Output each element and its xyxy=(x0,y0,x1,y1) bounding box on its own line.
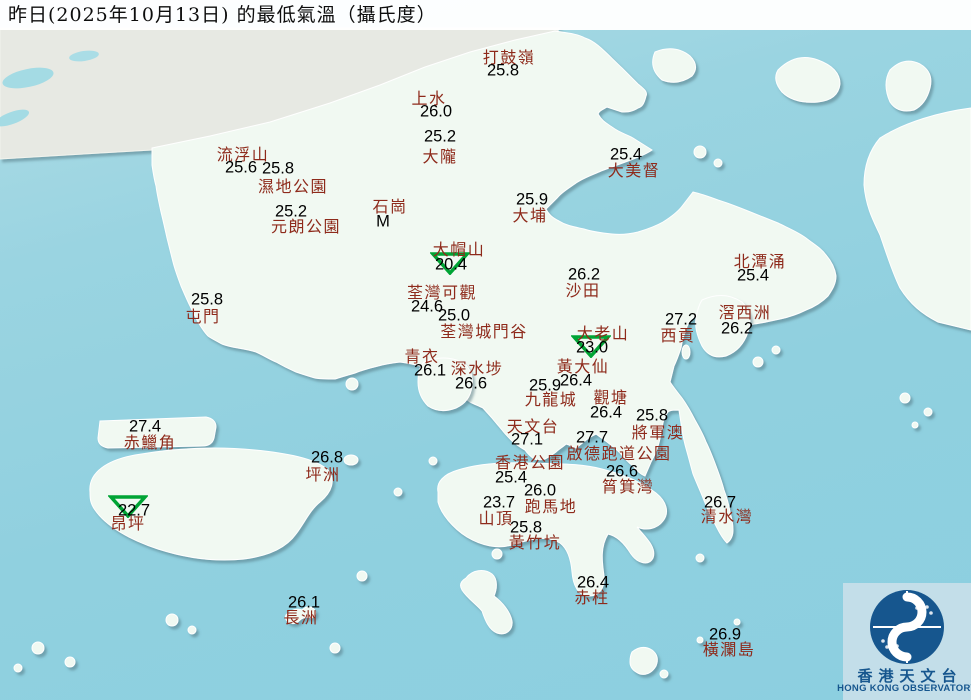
mirs-bay-island xyxy=(885,60,932,112)
hko-logo-emblem-icon xyxy=(870,590,944,664)
station-value: 26.8 xyxy=(310,448,344,467)
station-value: 23.0 xyxy=(575,338,609,357)
station-value: 25.8 xyxy=(509,518,543,537)
station-value: M xyxy=(376,212,390,231)
station-value: 27.2 xyxy=(664,310,698,329)
station-value: 25.8 xyxy=(261,159,295,178)
station-value: 26.6 xyxy=(605,462,639,481)
station-value: 26.6 xyxy=(454,374,488,393)
station-value: 25.9 xyxy=(528,376,562,395)
station-value: 25.4 xyxy=(736,266,770,285)
station-value: 27.7 xyxy=(575,428,609,447)
station-value: 20.4 xyxy=(434,255,468,274)
station-value: 26.9 xyxy=(708,625,742,644)
dapeng-peninsula xyxy=(863,107,971,331)
station-value: 25.4 xyxy=(494,468,528,487)
po-toi-island xyxy=(629,646,658,675)
station-value: 26.0 xyxy=(523,481,557,500)
station-value: 26.2 xyxy=(567,265,601,284)
station-value: 23.7 xyxy=(482,493,516,512)
station-value: 27.1 xyxy=(510,430,544,449)
map-title: 昨日(2025年10月13日) 的最低氣溫（攝氏度） xyxy=(8,4,437,26)
station-value: 25.2 xyxy=(274,202,308,221)
station-value: 25.6 xyxy=(224,158,258,177)
station-value: 25.9 xyxy=(515,190,549,209)
ma-wan-island xyxy=(345,377,359,391)
station-value: 25.4 xyxy=(609,145,643,164)
station-value: 26.4 xyxy=(576,573,610,592)
station-value: 26.4 xyxy=(559,371,593,390)
station-value: 26.1 xyxy=(413,361,447,380)
station-value: 25.8 xyxy=(190,290,224,309)
station-value: 26.1 xyxy=(287,593,321,612)
station-value: 25.8 xyxy=(635,406,669,425)
station-value: 26.2 xyxy=(720,319,754,338)
mirs-bay-island xyxy=(652,48,696,83)
station-value: 26.0 xyxy=(419,102,453,121)
station-value: 26.4 xyxy=(589,403,623,422)
hko-logo-english-name: HONG KONG OBSERVATORY xyxy=(837,683,971,694)
station-value: 25.0 xyxy=(437,306,471,325)
peng-chau-island xyxy=(343,454,359,466)
station-value: 25.8 xyxy=(486,61,520,80)
station-name: 大隴 xyxy=(422,147,458,166)
station-value: 22.7 xyxy=(117,501,151,520)
station-value: 26.7 xyxy=(703,493,737,512)
hk-map xyxy=(0,27,971,679)
hko-logo: 香港天文台 HONG KONG OBSERVATORY xyxy=(837,583,971,700)
weather-map-screen: 昨日(2025年10月13日) 的最低氣溫（攝氏度） 打鼓嶺 25.8 上水 26.0… xyxy=(0,0,971,700)
title-bar: 昨日(2025年10月13日) 的最低氣溫（攝氏度） xyxy=(0,0,971,30)
station-value: 25.2 xyxy=(423,127,457,146)
ap-lei-chau-island xyxy=(491,548,503,560)
mirs-bay-island xyxy=(775,57,841,103)
waglan-island xyxy=(733,618,741,626)
station-value: 27.4 xyxy=(128,417,162,436)
lamma-island xyxy=(460,570,513,635)
